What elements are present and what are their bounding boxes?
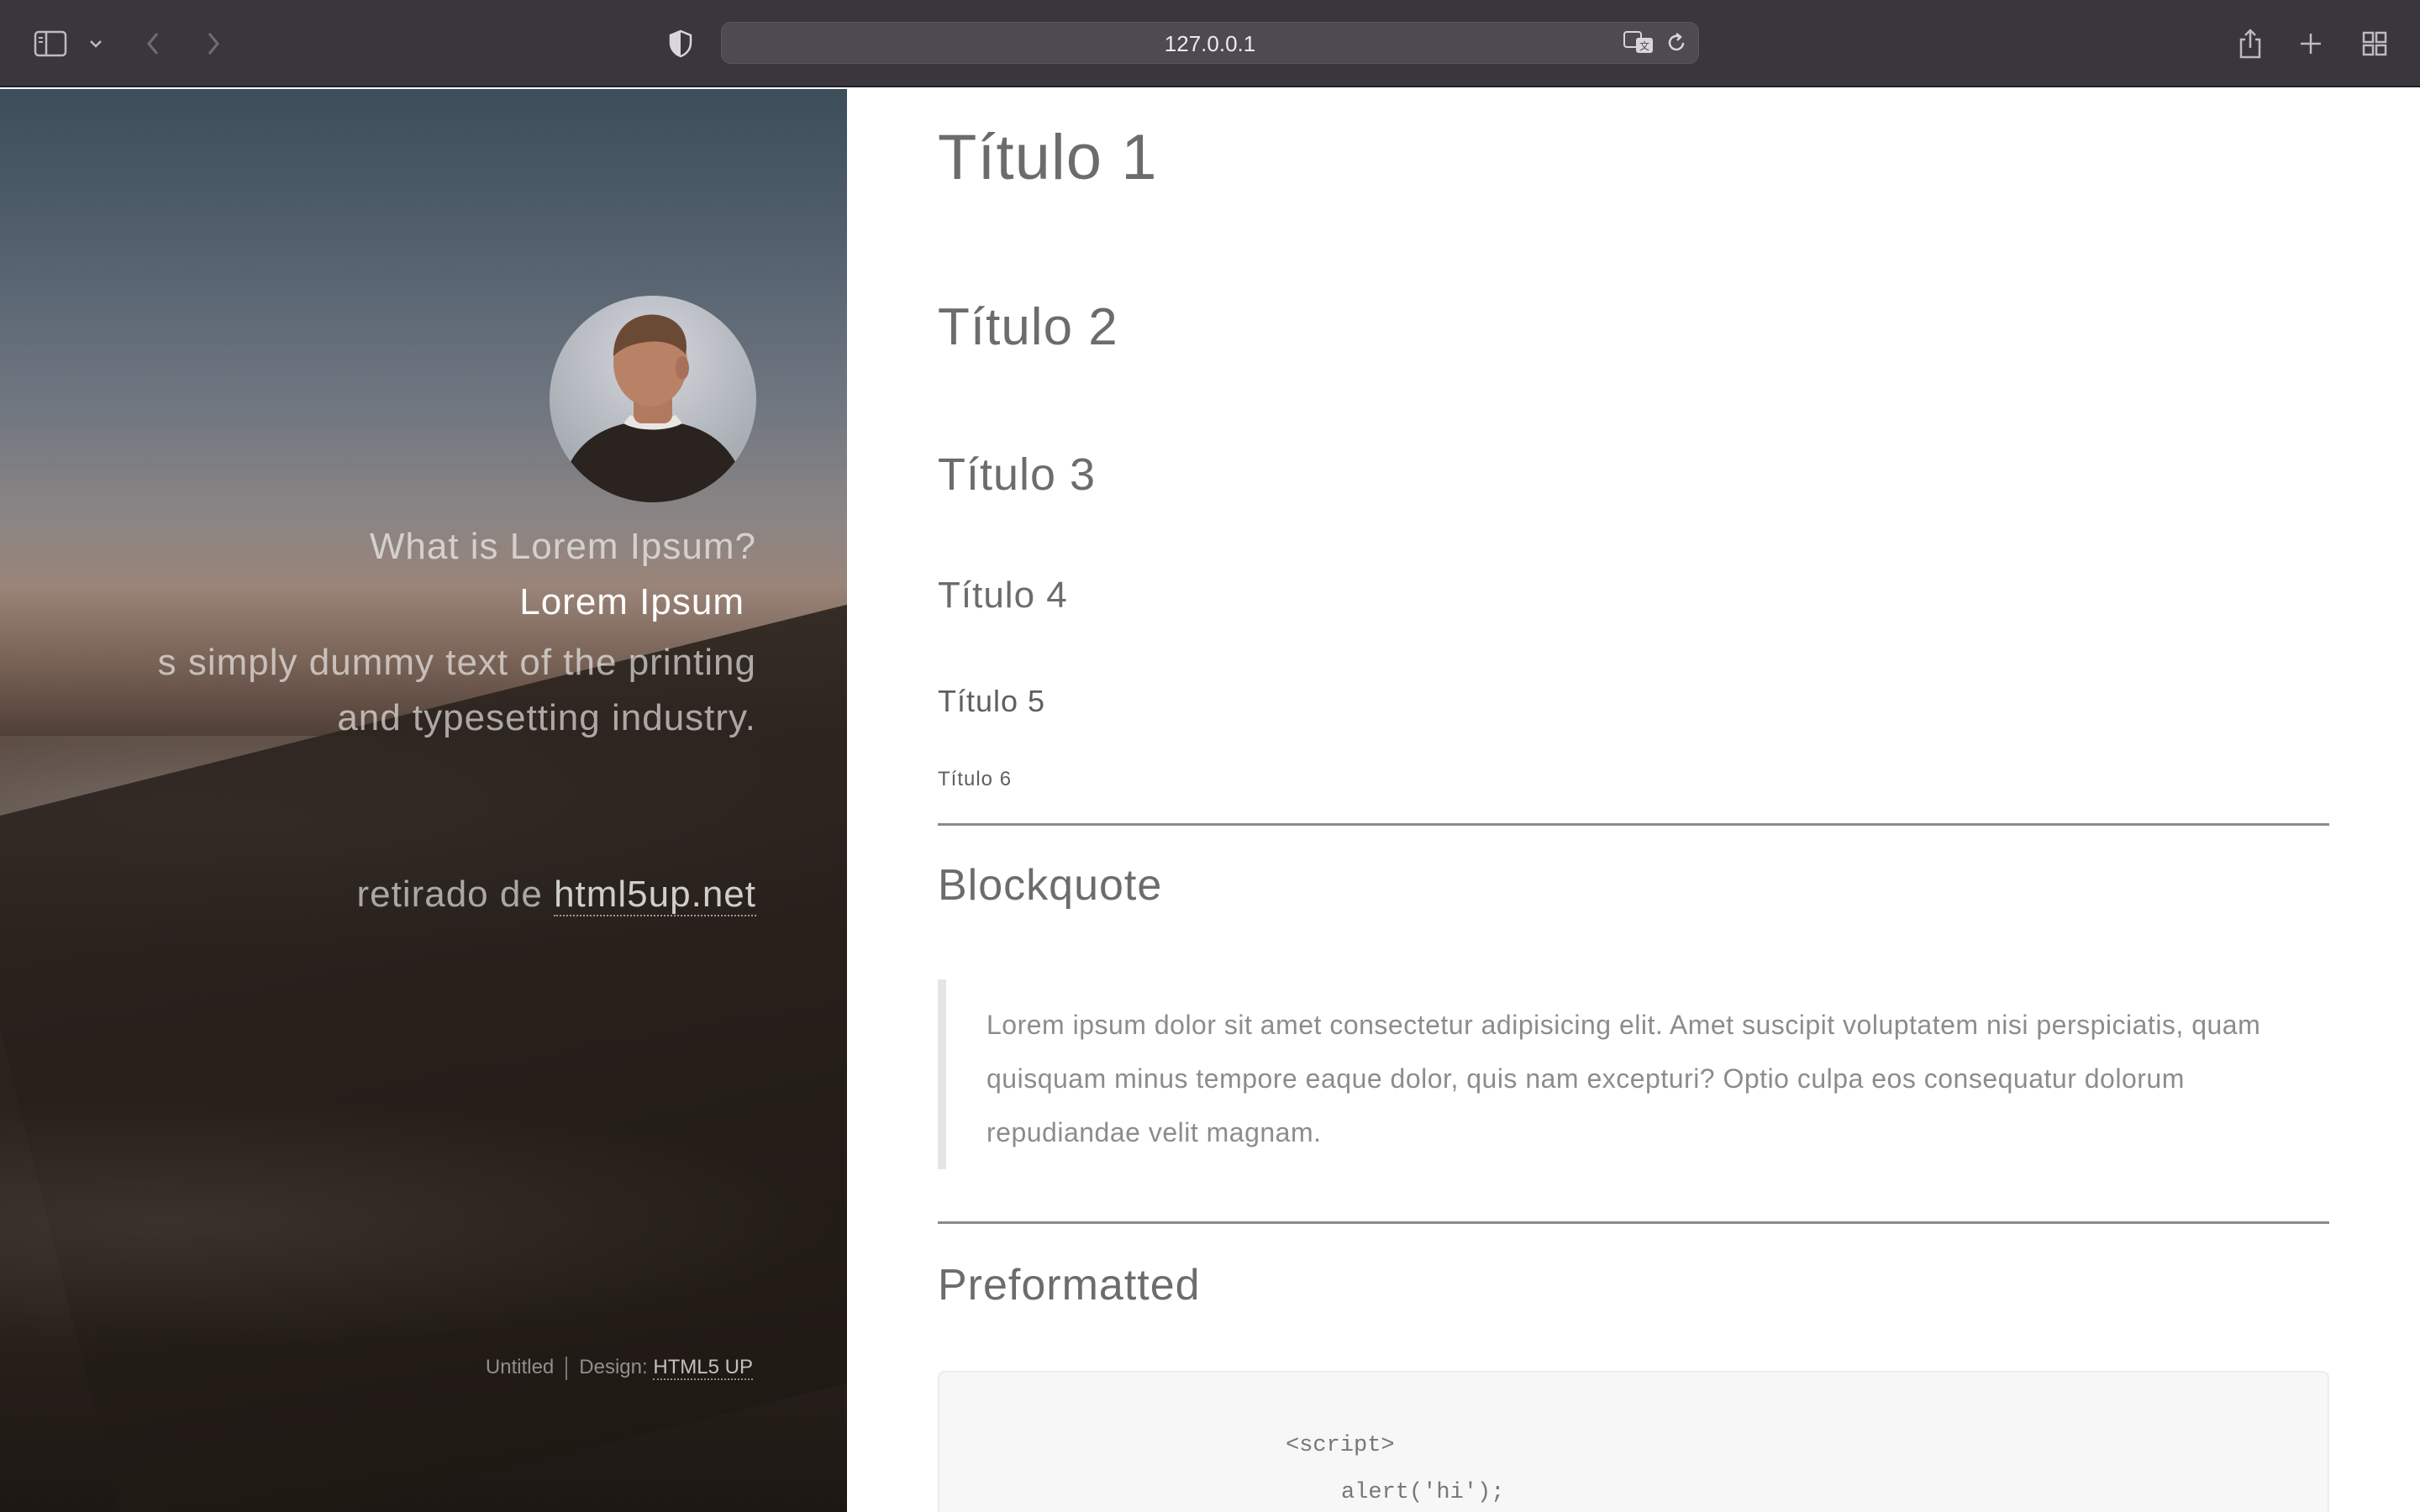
credit-link[interactable]: html5up.net (554, 874, 756, 916)
sidebar-footer: Untitled Design: HTML5 UP (486, 1356, 753, 1380)
preformatted-block: <script> alert('hi'); (938, 1371, 2329, 1512)
intro-name: Lorem Ipsum (519, 581, 744, 622)
intro-description: s simply dummy text of the printing and … (158, 635, 756, 746)
preformatted-title: Preformatted (938, 1261, 1201, 1310)
reload-icon[interactable] (1665, 31, 1688, 55)
divider (938, 1221, 2329, 1224)
chevron-down-icon[interactable] (74, 22, 118, 66)
footer-design-link[interactable]: HTML5 UP (653, 1356, 753, 1380)
divider (938, 823, 2329, 826)
intro-description-line2: and typesetting industry. (337, 697, 756, 738)
heading-1: Título 1 (938, 122, 1158, 193)
address-bar[interactable]: 127.0.0.1 文 (721, 22, 1699, 64)
credit-prefix: retirado de (356, 874, 543, 915)
shield-icon[interactable] (659, 22, 702, 66)
heading-5: Título 5 (938, 684, 1046, 718)
heading-2: Título 2 (938, 298, 1118, 356)
blockquote: Lorem ipsum dolor sit amet consectetur a… (938, 979, 2329, 1169)
main-content: Título 1 Título 2 Título 3 Título 4 Títu… (847, 89, 2420, 1512)
sidebar: What is Lorem Ipsum? Lorem Ipsum s simpl… (0, 89, 847, 1512)
intro-credit: retirado de html5up.net (356, 874, 756, 916)
forward-icon[interactable] (192, 22, 235, 66)
heading-4: Título 4 (938, 575, 1068, 616)
back-icon[interactable] (131, 22, 175, 66)
code-line: <script> (1286, 1433, 1395, 1458)
footer-design-label: Design: (579, 1356, 648, 1378)
url-text[interactable]: 127.0.0.1 (722, 23, 1698, 65)
blockquote-title: Blockquote (938, 861, 1163, 910)
new-tab-icon[interactable] (2289, 22, 2333, 66)
svg-text:文: 文 (1639, 39, 1649, 52)
translate-icon[interactable]: 文 (1623, 29, 1656, 56)
footer-untitled: Untitled (485, 1356, 555, 1378)
tab-overview-icon[interactable] (2353, 22, 2396, 66)
avatar[interactable] (550, 296, 756, 502)
share-icon[interactable] (2228, 22, 2272, 66)
background-mist (0, 1097, 847, 1349)
heading-3: Título 3 (938, 449, 1097, 500)
heading-6: Título 6 (938, 768, 1013, 790)
footer-separator (566, 1356, 568, 1380)
browser-toolbar: 127.0.0.1 文 (0, 0, 2420, 87)
code-line: alert('hi'); (1341, 1480, 1505, 1505)
intro-question: What is Lorem Ipsum? (369, 526, 756, 567)
sidebar-icon[interactable] (29, 22, 72, 66)
intro-description-line1: s simply dummy text of the printing (157, 642, 756, 683)
